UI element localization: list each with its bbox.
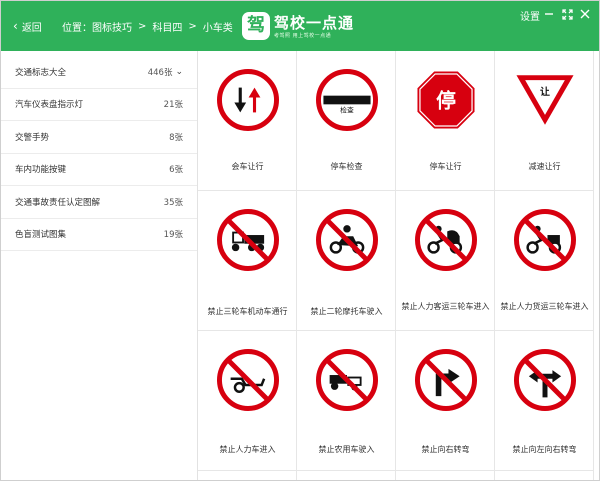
sign-card[interactable] [297,471,396,480]
category-sidebar: 交通标志大全 446张 ⌄ 汽车仪表盘指示灯 21张 交警手势 8张 车内功能按键… [1,56,197,261]
sign-label: 禁止向右转弯 [421,445,470,454]
sign-label: 停车检查 [330,162,363,171]
fullscreen-icon[interactable] [561,8,573,20]
sidebar-item-car-buttons[interactable]: 车内功能按键 6张 [1,154,197,186]
no-motorcycle-sign-icon [316,209,378,271]
sign-card[interactable]: 禁止农用车驶入 [297,331,396,471]
sign-card[interactable] [198,471,297,480]
sidebar-item-label: 交通标志大全 [15,67,67,78]
sidebar-item-count: 35张 [163,197,183,208]
sign-label: 停车让行 [429,162,462,171]
no-motor-tricycle-sign-icon [217,209,279,271]
sign-label: 禁止人力货运三轮车进入 [500,302,589,311]
back-button[interactable]: ‹ 返回 [13,17,42,35]
sidebar-item-label: 车内功能按键 [15,165,67,176]
chevron-right-icon: > [138,20,147,32]
chevron-left-icon: ‹ [13,19,18,33]
sidebar-item-count: 19张 [163,230,183,241]
breadcrumb-item[interactable]: 科目四 [152,19,182,34]
chevron-right-icon: > [188,20,197,32]
sign-card[interactable]: 禁止人力车进入 [198,331,297,471]
sign-grid: 会车让行 检查 停车检查 停 停车让行 让 减速让行 禁止三轮车机动车通行 禁止… [198,51,599,480]
no-farm-vehicle-sign-icon [316,349,378,411]
sign-card[interactable]: 禁止人力货运三轮车进入 [495,191,594,331]
sign-label: 禁止二轮摩托车驶入 [310,307,383,316]
app-window: ‹ 返回 位置：图标技巧 > 科目四 > 小车类 驾 驾校一点通 考驾照 用上驾… [0,0,600,481]
sidebar-item-label: 汽车仪表盘指示灯 [15,100,84,111]
sign-card[interactable]: 禁止三轮车机动车通行 [198,191,297,331]
settings-button[interactable]: 设置 [520,8,540,23]
sidebar-item-count: 8张 [169,132,183,143]
sign-card[interactable]: 禁止向左向右转弯 [495,331,594,471]
sidebar-item-count: 21张 [163,100,183,111]
no-left-right-turn-sign-icon [514,349,576,411]
sign-card[interactable]: 禁止人力客运三轮车进入 [396,191,495,331]
sign-card[interactable]: 检查 停车检查 [297,51,396,191]
no-cargo-pedicab-sign-icon [514,209,576,271]
chevron-down-icon: ⌄ [175,66,183,77]
back-label: 返回 [21,22,42,34]
slow-yield-triangle-sign-icon: 让 [516,75,574,125]
app-logo-icon: 驾 [242,12,270,40]
breadcrumb-item: 小车类 [202,22,233,34]
sign-card[interactable]: 禁止向右转弯 [396,331,495,471]
sign-card[interactable]: 停 停车让行 [396,51,495,191]
sign-label: 禁止人力车进入 [219,445,276,454]
header-bar: ‹ 返回 位置：图标技巧 > 科目四 > 小车类 驾 驾校一点通 考驾照 用上驾… [1,1,599,51]
no-handcart-sign-icon [217,349,279,411]
sidebar-item-label: 色盲测试图集 [15,230,67,241]
sidebar-item-accident-liability[interactable]: 交通事故责任认定图解 35张 [1,186,197,219]
breadcrumb: 位置：图标技巧 > 科目四 > 小车类 [62,17,233,35]
no-passenger-pedicab-sign-icon [415,209,477,271]
sidebar-item-police-gestures[interactable]: 交警手势 8张 [1,121,197,154]
sign-label: 会车让行 [231,162,264,171]
svg-text:让: 让 [540,85,550,98]
sign-card[interactable] [396,471,495,480]
sign-label: 减速让行 [528,162,561,171]
breadcrumb-item[interactable]: 位置：图标技巧 [62,19,132,34]
close-icon[interactable] [579,8,591,20]
sign-card[interactable] [495,471,594,480]
sidebar-item-traffic-signs[interactable]: 交通标志大全 446张 ⌄ [1,56,197,89]
two-way-yield-sign-icon [217,69,279,131]
sign-label: 禁止向左向右转弯 [512,445,577,454]
svg-text:检查: 检查 [340,105,354,114]
sign-label: 禁止人力客运三轮车进入 [401,302,490,311]
stop-octagon-sign-icon: 停 [417,71,475,129]
svg-text:停: 停 [436,89,456,112]
sidebar-item-count: 446张 [147,67,173,78]
sidebar-item-dashboard-lights[interactable]: 汽车仪表盘指示灯 21张 [1,89,197,121]
app-slogan: 考驾照 用上驾校一点通 [274,33,332,39]
sign-card[interactable]: 会车让行 [198,51,297,191]
app-title: 驾校一点通 [274,14,355,32]
sign-card[interactable]: 禁止二轮摩托车驶入 [297,191,396,331]
sidebar-item-count: 6张 [169,165,183,176]
minimize-icon[interactable] [543,8,555,20]
sign-label: 禁止三轮车机动车通行 [207,307,288,316]
sidebar-item-label: 交通事故责任认定图解 [15,197,101,208]
sign-card[interactable]: 让 减速让行 [495,51,594,191]
stop-for-inspection-sign-icon: 检查 [316,69,378,131]
sidebar-item-label: 交警手势 [15,132,50,143]
no-right-turn-sign-icon [415,349,477,411]
sign-label: 禁止农用车驶入 [318,445,375,454]
sidebar-item-color-blind-test[interactable]: 色盲测试图集 19张 [1,219,197,251]
